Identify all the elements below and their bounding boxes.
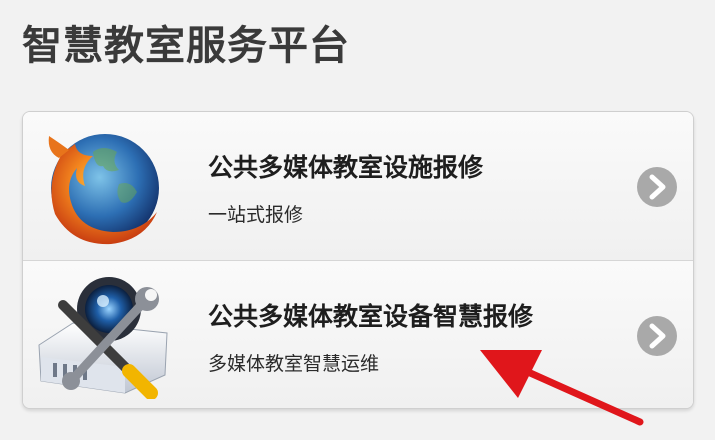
chevron-right-icon[interactable] [637,316,677,356]
page: 智慧教室服务平台 公共多媒体教室设施报修 一站式报修 公共多媒体教室设备智慧报修… [0,0,715,440]
service-item-facility-repair[interactable]: 公共多媒体教室设施报修 一站式报修 [23,112,693,260]
firefox-globe-icon [33,122,173,250]
service-title: 公共多媒体教室设备智慧报修 [208,302,534,331]
chevron-right-icon[interactable] [637,167,677,207]
service-subtitle: 多媒体教室智慧运维 [208,353,380,375]
service-title: 公共多媒体教室设施报修 [208,153,484,182]
projector-tools-icon [33,271,173,400]
service-subtitle: 一站式报修 [208,204,304,226]
service-item-smart-repair[interactable]: 公共多媒体教室设备智慧报修 多媒体教室智慧运维 [23,260,693,408]
page-title: 智慧教室服务平台 [22,23,350,69]
service-list: 公共多媒体教室设施报修 一站式报修 公共多媒体教室设备智慧报修 多媒体教室智慧运… [22,111,694,409]
